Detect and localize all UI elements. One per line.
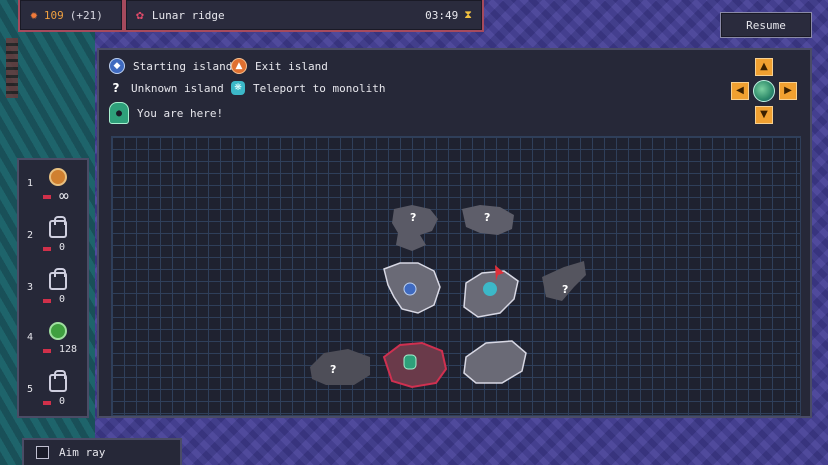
pan-right-button[interactable]: ▶ bbox=[779, 82, 797, 100]
weapon-slot-4[interactable]: 4 128 bbox=[19, 316, 87, 368]
ammo-icon bbox=[43, 349, 51, 353]
lock-icon bbox=[49, 216, 67, 238]
map-navigation: ▲ ◀ ▶ ▼ bbox=[728, 58, 798, 126]
aim-ray-label: Aim ray bbox=[59, 446, 106, 459]
starting-island-icon: ◆ bbox=[109, 58, 125, 74]
aim-ray-toggle[interactable]: Aim ray bbox=[22, 438, 182, 465]
globe-icon[interactable] bbox=[753, 80, 775, 102]
island-teleport[interactable] bbox=[463, 265, 519, 318]
unknown-island-icon: ? bbox=[410, 211, 416, 224]
player-icon: ● bbox=[109, 102, 129, 124]
lock-icon bbox=[49, 268, 67, 290]
resume-button[interactable]: Resume bbox=[720, 12, 812, 38]
exit-island-icon: ▲ bbox=[231, 58, 247, 74]
ray-gun-icon bbox=[49, 322, 67, 340]
slot-number: 4 bbox=[27, 332, 34, 343]
ammo-icon bbox=[43, 247, 51, 251]
hourglass-icon: ⧗ bbox=[464, 8, 472, 21]
ammo-count: 0 bbox=[59, 294, 66, 305]
location-name: Lunar ridge bbox=[151, 8, 225, 22]
unknown-island-icon: ? bbox=[330, 363, 336, 376]
pan-up-button[interactable]: ▲ bbox=[755, 58, 773, 76]
legend-starting-label: Starting island bbox=[133, 59, 233, 73]
island-unknown-1[interactable]: ? bbox=[392, 205, 438, 251]
unknown-island-icon: ? bbox=[112, 81, 120, 95]
unknown-island-icon: ? bbox=[562, 283, 568, 296]
island-map: ? ? ? ? bbox=[310, 205, 586, 389]
weapon-slot-3[interactable]: 3 0 bbox=[19, 266, 87, 318]
weapon-slot-5[interactable]: 5 0 bbox=[19, 368, 87, 420]
flower-icon: ✿ bbox=[136, 7, 144, 23]
legend-teleport-label: Teleport to monolith bbox=[253, 81, 386, 95]
weapon-sidebar: 1 ∞ 2 0 3 0 4 128 5 0 bbox=[17, 158, 89, 418]
ammo-icon bbox=[43, 401, 51, 405]
lock-icon bbox=[49, 370, 67, 392]
health-bars bbox=[6, 38, 18, 98]
island-known[interactable] bbox=[463, 340, 527, 384]
resource-value: 109 bbox=[43, 8, 64, 22]
unknown-island-icon: ? bbox=[484, 211, 490, 224]
map-panel: ◆ Starting island ▲ Exit island ? Unknow… bbox=[97, 48, 812, 418]
aim-ray-checkbox[interactable] bbox=[36, 446, 49, 459]
legend-exit-label: Exit island bbox=[255, 59, 328, 73]
pan-down-button[interactable]: ▼ bbox=[755, 106, 773, 124]
slot-number: 3 bbox=[27, 282, 34, 293]
weapon-slot-2[interactable]: 2 0 bbox=[19, 214, 87, 266]
slot-number: 2 bbox=[27, 230, 34, 241]
fire-icon: ✹ bbox=[30, 7, 38, 23]
legend-unknown-label: Unknown island bbox=[131, 81, 224, 95]
legend-starting: ◆ Starting island bbox=[109, 58, 232, 74]
map-grid: ? ? ? ? bbox=[111, 136, 801, 416]
legend-unknown: ? Unknown island bbox=[109, 81, 224, 95]
legend-teleport: ❋ Teleport to monolith bbox=[231, 81, 385, 95]
timer: 03:49 bbox=[425, 8, 459, 22]
ammo-count: ∞ bbox=[59, 186, 69, 205]
slot-number: 5 bbox=[27, 384, 34, 395]
ammo-icon bbox=[43, 195, 51, 199]
starting-island-icon bbox=[403, 282, 417, 296]
ammo-count: 0 bbox=[59, 242, 66, 253]
island-current[interactable] bbox=[382, 341, 448, 389]
legend-exit: ▲ Exit island bbox=[231, 58, 328, 74]
ray-gun-icon bbox=[49, 168, 67, 186]
legend-you-label: You are here! bbox=[137, 106, 224, 120]
weapon-slot-1[interactable]: 1 ∞ bbox=[19, 162, 87, 214]
island-starting[interactable] bbox=[383, 262, 441, 314]
location-bar: ✿ Lunar ridge 03:49 ⧗ bbox=[124, 0, 484, 32]
island-unknown-4[interactable]: ? bbox=[310, 349, 370, 385]
legend-you: ● You are here! bbox=[109, 102, 223, 124]
ammo-count: 128 bbox=[59, 344, 78, 355]
ammo-count: 0 bbox=[59, 396, 66, 407]
ammo-icon bbox=[43, 299, 51, 303]
slot-number: 1 bbox=[27, 178, 34, 189]
island-unknown-2[interactable]: ? bbox=[462, 205, 514, 235]
teleport-icon bbox=[483, 282, 497, 296]
teleport-icon: ❋ bbox=[231, 81, 245, 95]
resource-delta: (+21) bbox=[69, 8, 103, 22]
pan-left-button[interactable]: ◀ bbox=[731, 82, 749, 100]
player-icon bbox=[403, 354, 417, 370]
island-unknown-3[interactable]: ? bbox=[542, 261, 586, 301]
resource-counter: ✹ 109 (+21) bbox=[18, 0, 124, 32]
